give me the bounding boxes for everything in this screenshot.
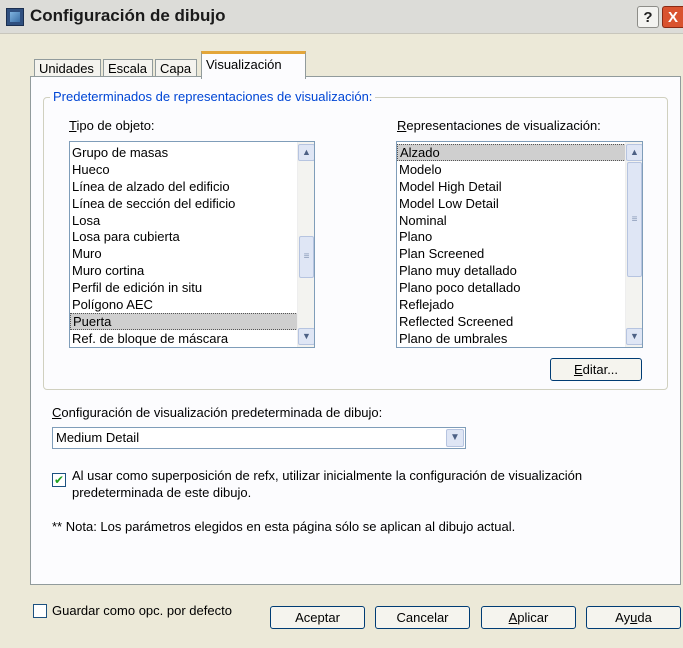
edit-button[interactable]: Editar... bbox=[550, 358, 642, 381]
default-config-label: Configuración de visualización predeterm… bbox=[52, 405, 383, 420]
display-rep-item[interactable]: Reflejado bbox=[397, 296, 626, 313]
help-button-label-a: Ay bbox=[615, 610, 631, 625]
edit-button-label: ditar... bbox=[582, 362, 619, 377]
object-type-item[interactable]: Losa bbox=[70, 212, 298, 229]
display-reps-list[interactable]: Alzado Modelo Model High Detail Model Low D… bbox=[396, 141, 643, 348]
display-rep-item[interactable]: Plano de umbrales bbox=[397, 330, 626, 347]
object-type-item[interactable]: Puerta bbox=[70, 312, 298, 330]
object-type-item[interactable]: Perfil de edición in situ bbox=[70, 279, 298, 296]
display-rep-item[interactable]: Modelo bbox=[397, 161, 626, 178]
xref-checkbox-label-2: predeterminada de este dibujo. bbox=[72, 485, 252, 500]
scroll-down-icon[interactable]: ▼ bbox=[626, 328, 642, 345]
display-reps-label: Representaciones de visualización: bbox=[397, 118, 601, 133]
object-type-label: Tipo de objeto: bbox=[69, 118, 155, 133]
display-reps-scrollbar[interactable]: ▲ ≡ ▼ bbox=[625, 142, 642, 347]
title-bar: Configuración de dibujo ? X bbox=[0, 0, 683, 34]
display-rep-item[interactable]: Plan Screened bbox=[397, 245, 626, 262]
group-title: Predeterminados de representaciones de v… bbox=[50, 89, 376, 104]
default-config-label-text: onfiguración de visualización predetermi… bbox=[61, 405, 383, 420]
display-rep-item[interactable]: Model Low Detail bbox=[397, 195, 626, 212]
display-rep-item[interactable]: Alzado bbox=[397, 144, 626, 161]
help-title-button[interactable]: ? bbox=[637, 6, 659, 28]
display-rep-item[interactable]: Plano poco detallado bbox=[397, 279, 626, 296]
object-type-scrollbar[interactable]: ▲ ≡ ▼ bbox=[297, 142, 314, 347]
object-type-item[interactable]: Muro bbox=[70, 245, 298, 262]
object-type-item[interactable]: Muro cortina bbox=[70, 262, 298, 279]
display-rep-item[interactable]: Plano bbox=[397, 228, 626, 245]
scroll-down-icon[interactable]: ▼ bbox=[298, 328, 314, 345]
cancel-button[interactable]: Cancelar bbox=[375, 606, 470, 629]
object-type-item[interactable]: Línea de sección del edificio bbox=[70, 195, 298, 212]
scroll-thumb[interactable]: ≡ bbox=[627, 162, 642, 277]
chevron-down-icon[interactable]: ▼ bbox=[446, 429, 464, 447]
xref-checkbox-label-1: Al usar como superposición de refx, util… bbox=[72, 468, 583, 483]
default-config-value: Medium Detail bbox=[56, 430, 140, 445]
apply-button-label: plicar bbox=[517, 610, 549, 625]
default-config-select[interactable]: Medium Detail ▼ bbox=[52, 427, 466, 449]
tab-visualizacion[interactable]: Visualización bbox=[201, 51, 306, 79]
object-type-item[interactable]: Ref. de bloque de máscara bbox=[70, 330, 298, 347]
display-rep-item[interactable]: Nominal bbox=[397, 212, 626, 229]
app-icon bbox=[6, 8, 24, 26]
help-button[interactable]: Ayuda bbox=[586, 606, 681, 629]
ok-button[interactable]: Aceptar bbox=[270, 606, 365, 629]
xref-checkbox[interactable]: ✔ bbox=[52, 473, 66, 487]
object-type-item[interactable]: Hueco bbox=[70, 161, 298, 178]
window-title: Configuración de dibujo bbox=[30, 6, 226, 25]
display-reps-label-text: epresentaciones de visualización: bbox=[406, 118, 601, 133]
object-type-item[interactable]: Losa para cubierta bbox=[70, 228, 298, 245]
object-type-item[interactable]: Polígono AEC bbox=[70, 296, 298, 313]
apply-button[interactable]: Aplicar bbox=[481, 606, 576, 629]
object-type-list[interactable]: Grupo de masas Hueco Línea de alzado del e… bbox=[69, 141, 315, 348]
display-rep-item[interactable]: Reflected Screened bbox=[397, 313, 626, 330]
scroll-up-icon[interactable]: ▲ bbox=[626, 144, 642, 161]
note-text: ** Nota: Los parámetros elegidos en esta… bbox=[52, 519, 516, 534]
save-default-checkbox[interactable] bbox=[33, 604, 47, 618]
scroll-thumb[interactable]: ≡ bbox=[299, 236, 314, 278]
display-rep-item[interactable]: Plano muy detallado bbox=[397, 262, 626, 279]
help-button-label-b: da bbox=[637, 610, 652, 625]
close-button[interactable]: X bbox=[662, 6, 683, 28]
display-rep-item[interactable]: Model High Detail bbox=[397, 178, 626, 195]
save-default-label: Guardar como opc. por defecto bbox=[52, 603, 232, 618]
object-type-item[interactable]: Línea de alzado del edificio bbox=[70, 178, 298, 195]
scroll-up-icon[interactable]: ▲ bbox=[298, 144, 314, 161]
object-type-label-text: ipo de objeto: bbox=[76, 118, 155, 133]
object-type-item[interactable]: Grupo de masas bbox=[70, 144, 298, 161]
